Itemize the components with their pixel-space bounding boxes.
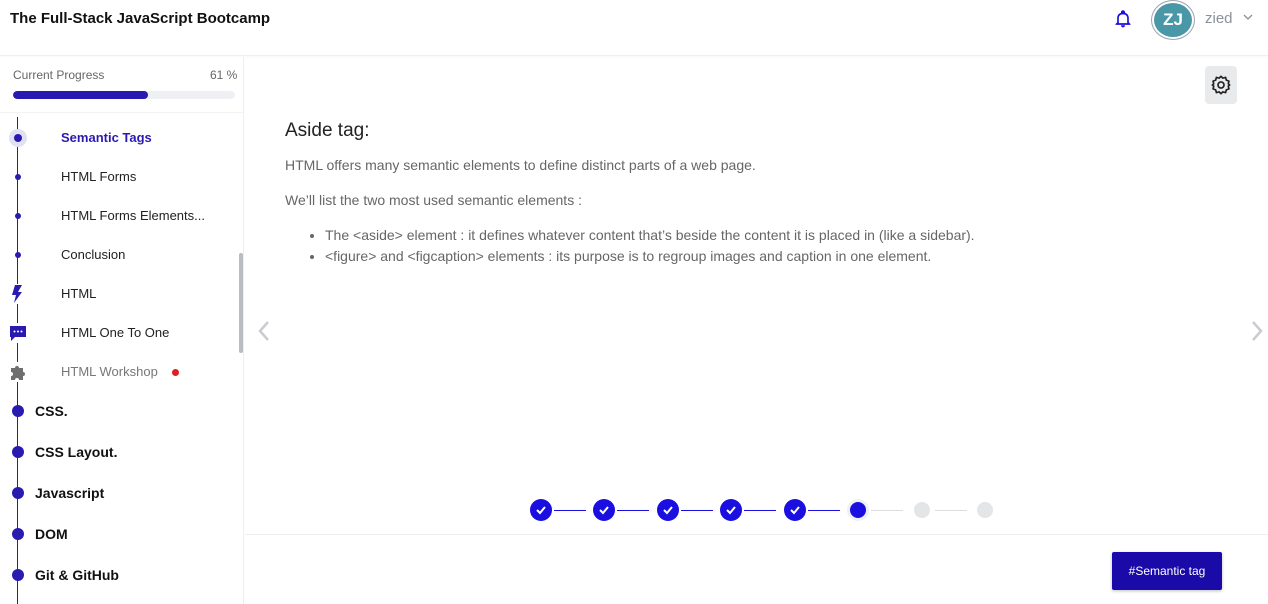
content-paragraph: We’ll list the two most used semantic el… bbox=[285, 192, 582, 208]
step-completed[interactable] bbox=[657, 499, 679, 521]
section-git-github[interactable]: Git & GitHub bbox=[0, 560, 236, 590]
section-dot-icon bbox=[12, 405, 24, 417]
sidebar-item-label: HTML bbox=[61, 286, 97, 301]
sidebar: Current Progress 61 % Semantic Tags HTML… bbox=[0, 57, 244, 604]
divider bbox=[245, 534, 1268, 535]
avatar-initials: ZJ bbox=[1154, 3, 1192, 37]
check-icon bbox=[663, 506, 673, 515]
puzzle-icon bbox=[8, 362, 28, 382]
section-css[interactable]: CSS. bbox=[0, 396, 236, 426]
content-paragraph: HTML offers many semantic elements to de… bbox=[285, 157, 756, 173]
check-icon bbox=[726, 506, 736, 515]
previous-arrow-icon[interactable] bbox=[256, 320, 272, 342]
sidebar-item-html-workshop[interactable]: HTML Workshop bbox=[0, 357, 236, 387]
semantic-tag-button[interactable]: #Semantic tag bbox=[1112, 552, 1222, 590]
step-completed[interactable] bbox=[784, 499, 806, 521]
chat-bubble-icon bbox=[8, 323, 28, 343]
section-css-layout[interactable]: CSS Layout. bbox=[0, 437, 236, 467]
content-title: Aside tag: bbox=[285, 120, 370, 141]
section-dot-icon bbox=[12, 569, 24, 581]
progress-label: Current Progress bbox=[13, 68, 105, 82]
step-connector bbox=[744, 510, 776, 511]
timeline-dot-icon bbox=[15, 213, 21, 219]
sidebar-scrollbar[interactable] bbox=[239, 253, 243, 353]
section-label: CSS. bbox=[35, 403, 68, 419]
sidebar-item-html-forms[interactable]: HTML Forms bbox=[0, 162, 236, 192]
section-label: Javascript bbox=[35, 485, 105, 501]
content-bullet-list: The <aside> element : it defines whateve… bbox=[307, 225, 975, 267]
step-connector bbox=[554, 510, 586, 511]
sidebar-item-label: Semantic Tags bbox=[61, 130, 152, 145]
list-item: The <aside> element : it defines whateve… bbox=[325, 225, 975, 246]
step-connector bbox=[871, 510, 903, 511]
lesson-stepper bbox=[530, 499, 1000, 521]
lightning-icon bbox=[8, 284, 28, 304]
timeline-dot-icon bbox=[15, 252, 21, 258]
step-connector bbox=[681, 510, 713, 511]
sidebar-item-semantic-tags[interactable]: Semantic Tags bbox=[0, 123, 236, 153]
section-label: Git & GitHub bbox=[35, 567, 119, 583]
step-completed[interactable] bbox=[530, 499, 552, 521]
step-completed[interactable] bbox=[720, 499, 742, 521]
step-upcoming[interactable] bbox=[914, 502, 930, 518]
next-arrow-icon[interactable] bbox=[1249, 320, 1265, 342]
section-javascript[interactable]: Javascript bbox=[0, 478, 236, 508]
sidebar-item-label: HTML Workshop bbox=[61, 364, 158, 379]
check-icon bbox=[536, 506, 546, 515]
section-dom[interactable]: DOM bbox=[0, 519, 236, 549]
step-connector bbox=[617, 510, 649, 511]
avatar[interactable]: ZJ bbox=[1151, 0, 1195, 40]
list-item: <figure> and <figcaption> elements : its… bbox=[325, 246, 975, 267]
app-title: The Full-Stack JavaScript Bootcamp bbox=[10, 10, 271, 27]
sidebar-item-html-one-to-one[interactable]: HTML One To One bbox=[0, 318, 236, 348]
username[interactable]: zied bbox=[1205, 10, 1233, 27]
section-dot-icon bbox=[12, 446, 24, 458]
divider bbox=[0, 112, 243, 113]
step-connector bbox=[808, 510, 840, 511]
section-dot-icon bbox=[12, 528, 24, 540]
notification-dot-icon bbox=[172, 369, 179, 376]
settings-button[interactable] bbox=[1205, 66, 1237, 104]
bell-icon[interactable] bbox=[1113, 8, 1133, 30]
timeline-dot-icon bbox=[15, 174, 21, 180]
sidebar-item-label: HTML One To One bbox=[61, 325, 170, 340]
step-upcoming[interactable] bbox=[977, 502, 993, 518]
section-label: DOM bbox=[35, 526, 68, 542]
step-current[interactable] bbox=[850, 502, 866, 518]
top-header: The Full-Stack JavaScript Bootcamp ZJ zi… bbox=[0, 0, 1268, 56]
progress-bar bbox=[13, 91, 235, 99]
sidebar-item-label: Conclusion bbox=[61, 247, 126, 262]
sidebar-item-label: HTML Forms bbox=[61, 169, 137, 184]
step-completed[interactable] bbox=[593, 499, 615, 521]
check-icon bbox=[599, 506, 609, 515]
sidebar-item-conclusion[interactable]: Conclusion bbox=[0, 240, 236, 270]
progress-percent: 61 % bbox=[210, 68, 238, 82]
chevron-down-icon[interactable] bbox=[1243, 12, 1253, 22]
progress-bar-fill bbox=[13, 91, 149, 99]
sidebar-item-html-forms-elements[interactable]: HTML Forms Elements... bbox=[0, 201, 236, 231]
sidebar-item-label: HTML Forms Elements... bbox=[61, 208, 205, 223]
section-dot-icon bbox=[12, 487, 24, 499]
sidebar-item-html[interactable]: HTML bbox=[0, 279, 236, 309]
timeline-dot-active-icon bbox=[9, 129, 27, 147]
step-connector bbox=[935, 510, 967, 511]
check-icon bbox=[790, 506, 800, 515]
section-label: CSS Layout. bbox=[35, 444, 118, 460]
gear-icon bbox=[1211, 75, 1231, 95]
